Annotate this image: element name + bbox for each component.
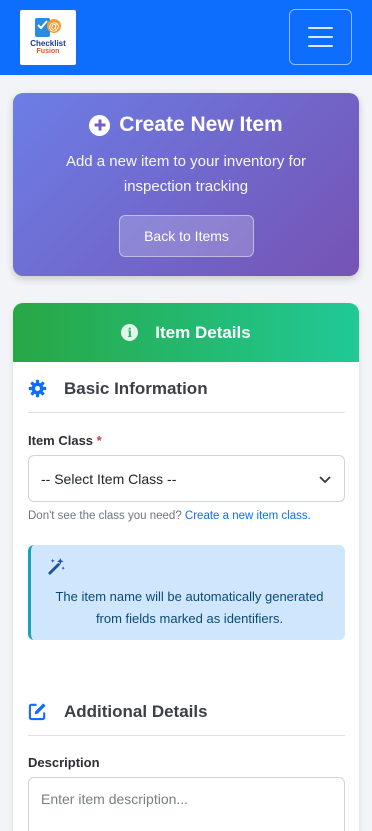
page-title-text: Create New Item — [119, 113, 283, 136]
gear-icon — [28, 379, 47, 398]
item-details-card: i Item Details Basic Information Item Cl… — [13, 303, 359, 831]
item-class-help: Don't see the class you need? Create a n… — [28, 510, 311, 522]
hero-banner: Create New Item Add a new item to your i… — [13, 93, 359, 276]
required-asterisk: * — [96, 433, 102, 448]
page-title: Create New Item — [13, 113, 359, 137]
card-header: i Item Details — [13, 303, 359, 362]
alert-message: The item name will be automatically gene… — [55, 589, 324, 626]
hamburger-icon-bar — [308, 36, 333, 38]
app-logo[interactable]: @ Checklist Fusion — [20, 10, 76, 65]
additional-details-heading: Additional Details — [28, 688, 345, 736]
hamburger-icon-bar — [308, 45, 333, 47]
description-textarea[interactable]: Enter item description... — [28, 777, 345, 831]
magic-wand-icon — [48, 557, 65, 575]
item-class-selected-value: -- Select Item Class -- — [41, 470, 177, 487]
logo-subtext: Fusion — [36, 48, 60, 55]
page-subtitle: Add a new item to your inventory for ins… — [65, 153, 307, 195]
logo-icon: @ — [35, 18, 61, 37]
hamburger-icon-bar — [308, 27, 333, 29]
info-alert: The item name will be automatically gene… — [28, 545, 345, 640]
item-class-label-text: Item Class — [28, 433, 94, 448]
menu-toggle-button[interactable] — [289, 9, 352, 65]
chevron-down-icon — [319, 476, 331, 484]
description-placeholder: Enter item description... — [41, 791, 189, 807]
info-circle-icon: i — [121, 324, 139, 341]
card-header-title: Item Details — [155, 322, 251, 342]
item-class-select[interactable]: -- Select Item Class -- — [28, 455, 345, 502]
navbar: @ Checklist Fusion — [0, 0, 372, 75]
svg-text:@: @ — [49, 21, 60, 33]
back-to-items-button[interactable]: Back to Items — [119, 215, 254, 257]
additional-details-title: Additional Details — [64, 701, 208, 721]
description-label: Description — [28, 755, 100, 770]
item-class-label: Item Class * — [28, 433, 102, 448]
logo-text: Checklist — [30, 39, 66, 48]
plus-circle-icon — [89, 114, 111, 136]
basic-information-heading: Basic Information — [28, 365, 345, 413]
edit-icon — [28, 703, 46, 721]
help-text: Don't see the class you need? — [28, 510, 182, 522]
logo-wordmark: Checklist Fusion — [20, 40, 76, 56]
create-item-class-link[interactable]: Create a new item class. — [185, 510, 311, 522]
basic-information-title: Basic Information — [64, 378, 208, 398]
